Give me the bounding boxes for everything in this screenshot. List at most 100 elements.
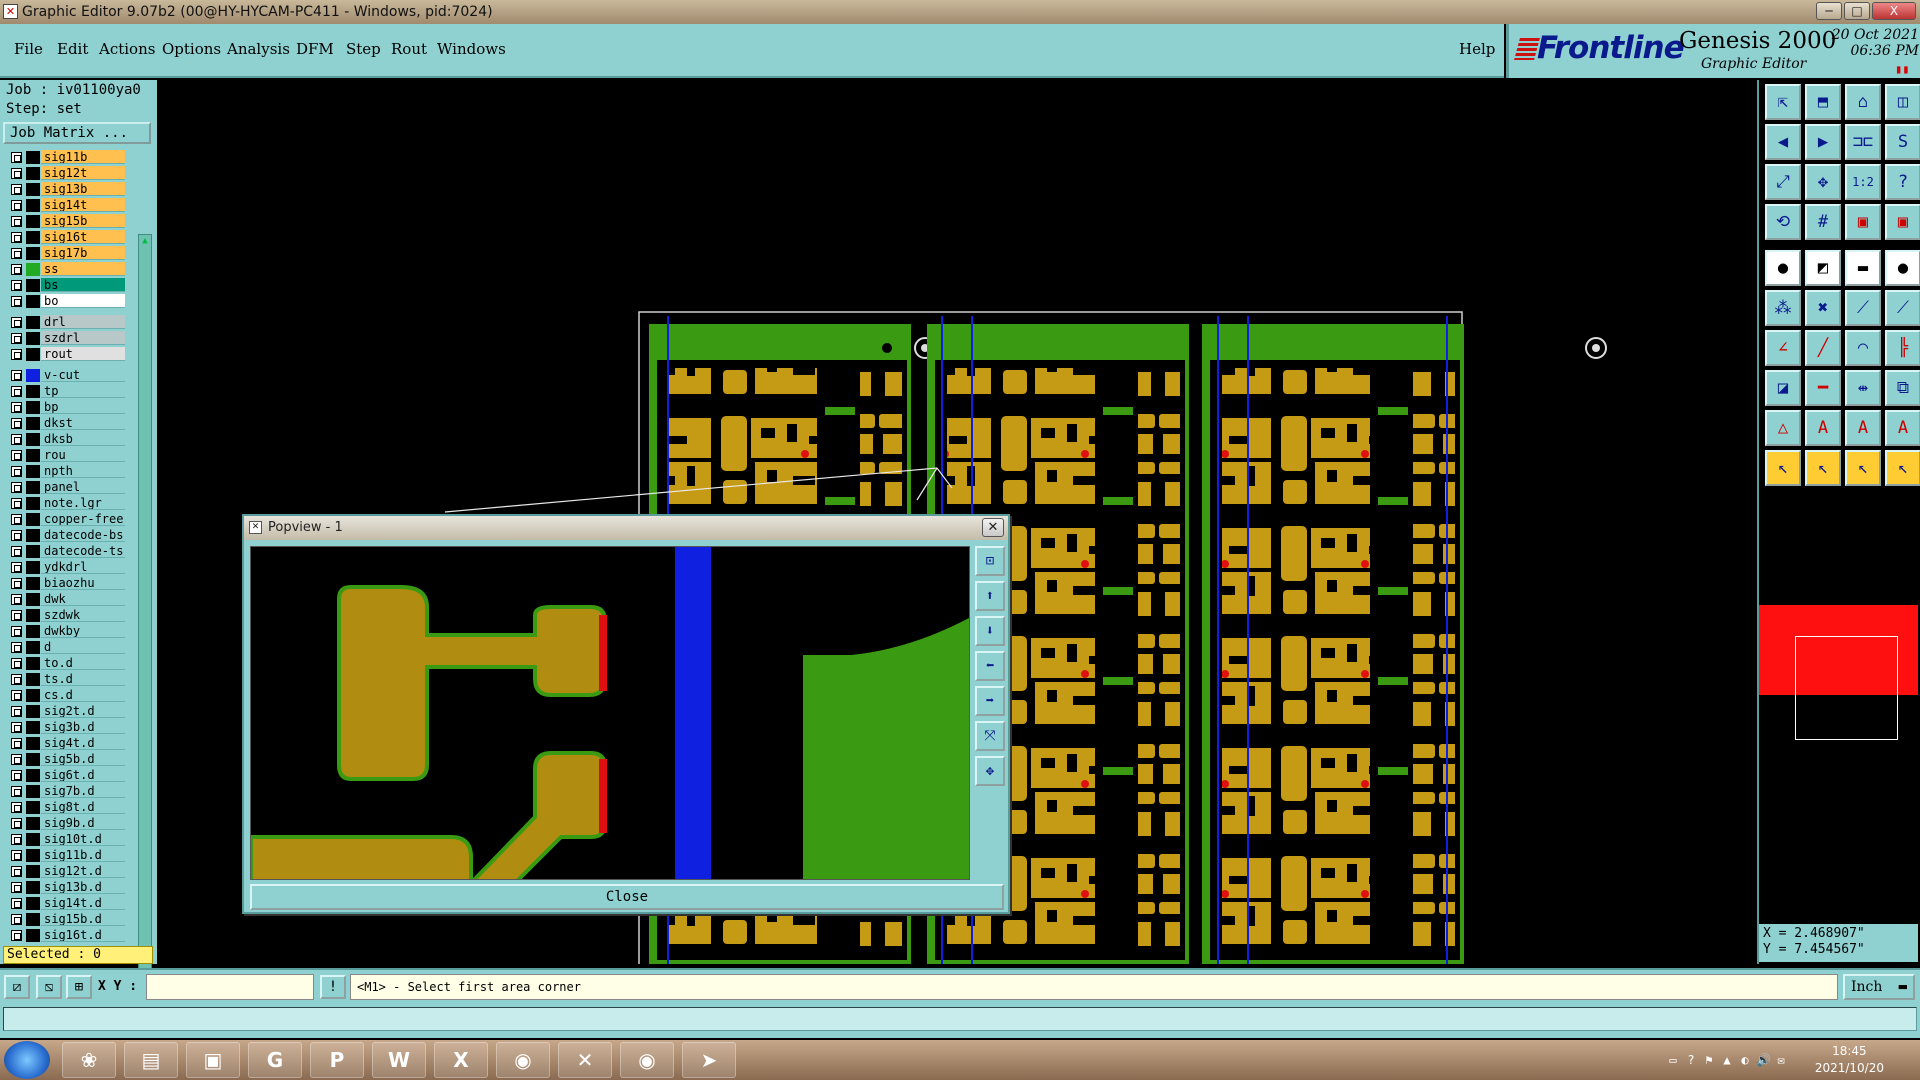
layer-row[interactable]: sig5b.d <box>3 752 138 766</box>
layer-row[interactable]: szdwk <box>3 608 138 622</box>
layer-checkbox[interactable] <box>11 866 22 877</box>
grid-mode-icon[interactable]: ⊞ <box>66 975 92 999</box>
tray-icon[interactable]: ? <box>1684 1053 1698 1067</box>
layer-checkbox[interactable] <box>11 450 22 461</box>
layer-name[interactable]: sig10t.d <box>41 832 125 846</box>
layer-name[interactable]: szdrl <box>41 331 125 345</box>
layer-color-swatch[interactable] <box>26 753 40 766</box>
layer-color-swatch[interactable] <box>26 593 40 606</box>
layer-name[interactable]: sig2t.d <box>41 704 125 718</box>
mirror-icon[interactable]: ⊐⊏ <box>1845 124 1881 160</box>
layer-name[interactable]: copper-free <box>41 512 125 526</box>
layer-row[interactable]: datecode-bs <box>3 528 138 542</box>
layer-name[interactable]: sig8t.d <box>41 800 125 814</box>
tray-icon[interactable]: ⚑ <box>1702 1053 1716 1067</box>
tray-icon[interactable]: ✉ <box>1774 1053 1788 1067</box>
layer-color-swatch[interactable] <box>26 417 40 430</box>
menu-edit[interactable]: Edit <box>57 40 88 58</box>
layer-name[interactable]: biaozhu <box>41 576 125 590</box>
snap-mode-icon[interactable]: ⧄ <box>4 975 30 999</box>
layer-checkbox[interactable] <box>11 642 22 653</box>
layer-row[interactable]: tp <box>3 384 138 398</box>
layer-checkbox[interactable] <box>11 690 22 701</box>
layer-color-swatch[interactable] <box>26 183 40 196</box>
layer-color-swatch[interactable] <box>26 465 40 478</box>
layer-checkbox[interactable] <box>11 930 22 941</box>
pointer-multi-icon[interactable]: ↖ <box>1885 450 1920 486</box>
layer-name[interactable]: ts.d <box>41 672 125 686</box>
layer-checkbox[interactable] <box>11 626 22 637</box>
layer-row[interactable]: sig14t.d <box>3 896 138 910</box>
layer-name[interactable]: sig5b.d <box>41 752 125 766</box>
layer-row[interactable]: sig4t.d <box>3 736 138 750</box>
layer-checkbox[interactable] <box>11 370 22 381</box>
menu-dfm[interactable]: DFM <box>296 40 334 58</box>
layer-name[interactable]: sig11b <box>41 150 125 164</box>
layer-row[interactable]: sig13b <box>3 182 138 196</box>
layer-name[interactable]: dkst <box>41 416 125 430</box>
layer-color-swatch[interactable] <box>26 833 40 846</box>
layer-row[interactable]: bs <box>3 278 138 292</box>
layer-checkbox[interactable] <box>11 264 22 275</box>
layer-color-swatch[interactable] <box>26 561 40 574</box>
xy-coordinate-input[interactable] <box>146 974 314 1000</box>
word-icon[interactable]: W <box>372 1042 426 1078</box>
layer-checkbox[interactable] <box>11 386 22 397</box>
layer-name[interactable]: dwkby <box>41 624 125 638</box>
layer-checkbox[interactable] <box>11 882 22 893</box>
layer-name[interactable]: sig15b.d <box>41 912 125 926</box>
units-selector[interactable]: Inch ▬ <box>1843 974 1915 1000</box>
pointer-box-icon[interactable]: ↖ <box>1845 450 1881 486</box>
layer-name[interactable]: bs <box>41 278 125 292</box>
layer-color-swatch[interactable] <box>26 609 40 622</box>
layer-checkbox[interactable] <box>11 786 22 797</box>
zoom-fit-icon[interactable]: ⤢ <box>1765 164 1801 200</box>
layer-name[interactable]: sig12t <box>41 166 125 180</box>
layer-name[interactable]: sig9b.d <box>41 816 125 830</box>
layer-name[interactable]: sig6t.d <box>41 768 125 782</box>
zoom-screen-icon[interactable]: ⬒ <box>1805 84 1841 120</box>
layer-row[interactable]: v-cut <box>3 368 138 382</box>
layer-row[interactable]: sig16t <box>3 230 138 244</box>
layer-color-swatch[interactable] <box>26 881 40 894</box>
zoom-home-icon[interactable]: ⇱ <box>1765 84 1801 120</box>
layer-color-swatch[interactable] <box>26 433 40 446</box>
menu-file[interactable]: File <box>14 40 43 58</box>
layer-checkbox[interactable] <box>11 466 22 477</box>
eye-app-icon[interactable]: ◉ <box>496 1042 550 1078</box>
triangle-icon[interactable]: △ <box>1765 410 1801 446</box>
measure-red-icon[interactable]: ▣ <box>1845 204 1881 240</box>
layer-checkbox[interactable] <box>11 754 22 765</box>
layer-checkbox[interactable] <box>11 514 22 525</box>
pan-right-icon[interactable]: ▶ <box>1805 124 1841 160</box>
popview-pan-right-icon[interactable]: ➡ <box>975 686 1005 716</box>
message-icon[interactable]: ! <box>320 975 346 999</box>
layer-name[interactable]: ss <box>41 262 125 276</box>
pad-icon[interactable]: ● <box>1765 250 1801 286</box>
layer-color-swatch[interactable] <box>26 369 40 382</box>
layer-row[interactable]: dksb <box>3 432 138 446</box>
layer-row[interactable]: npth <box>3 464 138 478</box>
layer-color-swatch[interactable] <box>26 449 40 462</box>
layer-checkbox[interactable] <box>11 200 22 211</box>
layer-checkbox[interactable] <box>11 184 22 195</box>
layer-color-swatch[interactable] <box>26 641 40 654</box>
layer-name[interactable]: sig11b.d <box>41 848 125 862</box>
layer-name[interactable]: to.d <box>41 656 125 670</box>
g-app-icon[interactable]: G <box>248 1042 302 1078</box>
p-app-icon[interactable]: P <box>310 1042 364 1078</box>
text-a-fill-icon[interactable]: A <box>1885 410 1920 446</box>
pointer-select-icon[interactable]: ↖ <box>1805 450 1841 486</box>
measure-alt-icon[interactable]: ▣ <box>1885 204 1920 240</box>
layer-row[interactable]: sig15b.d <box>3 912 138 926</box>
home-icon[interactable]: ⌂ <box>1845 84 1881 120</box>
layer-color-swatch[interactable] <box>26 721 40 734</box>
layer-name[interactable]: sig7b.d <box>41 784 125 798</box>
layer-checkbox[interactable] <box>11 722 22 733</box>
layer-row[interactable]: dwk <box>3 592 138 606</box>
layer-name[interactable]: sig3b.d <box>41 720 125 734</box>
layer-color-swatch[interactable] <box>26 577 40 590</box>
layer-row[interactable]: biaozhu <box>3 576 138 590</box>
layer-color-swatch[interactable] <box>26 897 40 910</box>
layer-color-swatch[interactable] <box>26 497 40 510</box>
